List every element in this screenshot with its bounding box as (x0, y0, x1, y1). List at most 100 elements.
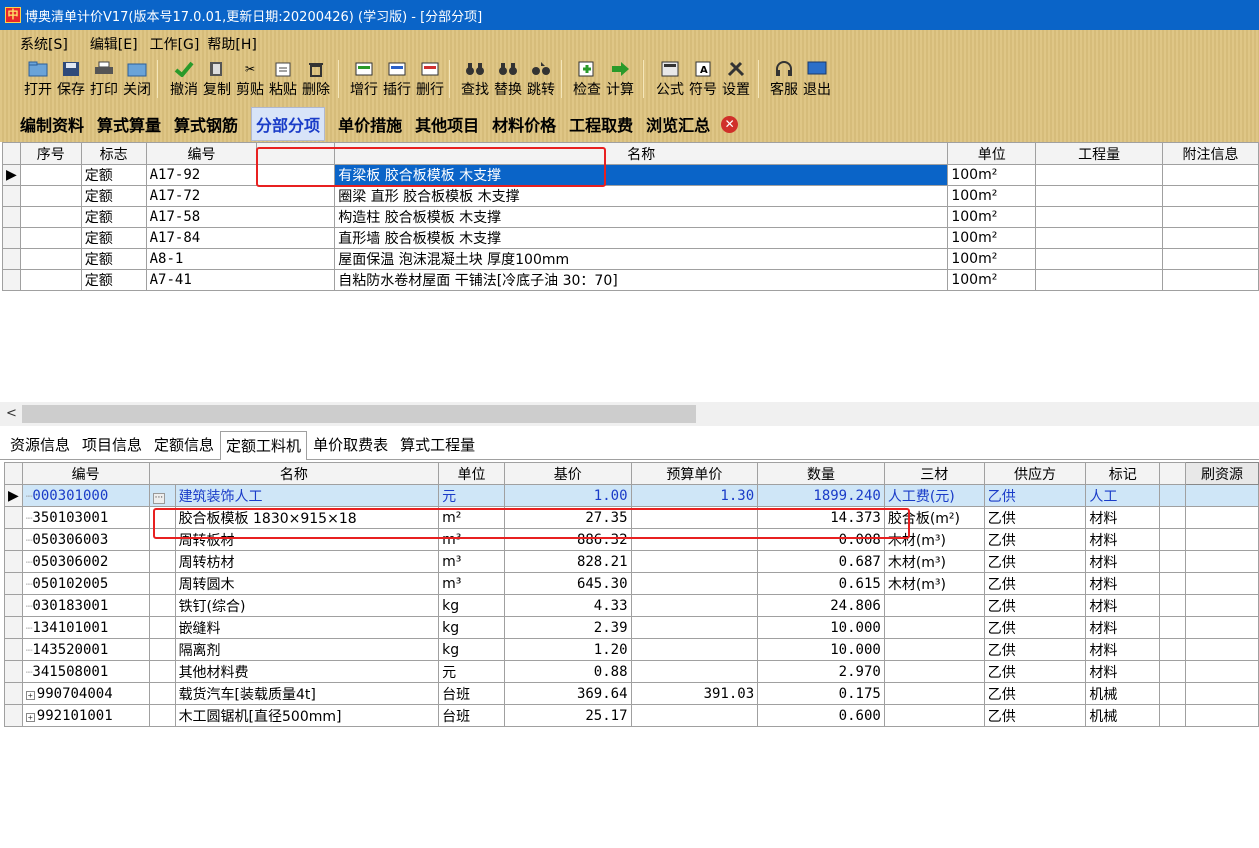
support-button[interactable]: 客服 (770, 60, 798, 99)
close-button[interactable]: 关闭 (123, 60, 151, 99)
col-header-unit[interactable]: 单位 (947, 142, 1037, 165)
tab-resource-info[interactable]: 资源信息 (4, 430, 76, 459)
quantity-cell[interactable]: 0.687 (757, 550, 885, 573)
quantity-cell[interactable]: 10.000 (757, 638, 885, 661)
col-header-code[interactable]: 编号 (145, 142, 258, 165)
material-type-cell[interactable] (883, 704, 985, 727)
unit-cell[interactable]: 元 (438, 660, 505, 683)
copy-button[interactable]: 复制 (203, 60, 231, 99)
table-row[interactable]: ┈134101001 嵌缝料 kg 2.39 10.000 乙供 材料 (4, 616, 1259, 639)
col-header-base-price[interactable]: 基价 (503, 462, 632, 485)
mark-cell[interactable]: 材料 (1085, 660, 1161, 683)
col-header-quantity[interactable]: 数量 (757, 462, 885, 485)
flag-cell[interactable]: 定额 (80, 227, 147, 249)
col-header-name[interactable]: 名称 (148, 462, 440, 485)
col-header-budget-price[interactable]: 预算单价 (630, 462, 759, 485)
calculate-button[interactable]: 计算 (606, 60, 634, 99)
base-price-cell[interactable]: 369.64 (503, 682, 632, 705)
unit-cell[interactable]: m³ (438, 572, 505, 595)
code-cell[interactable]: ┈050102005 (21, 572, 150, 595)
base-price-cell[interactable]: 4.33 (503, 594, 632, 617)
tab-project-info[interactable]: 项目信息 (76, 430, 148, 459)
mark-cell[interactable]: 材料 (1085, 528, 1161, 551)
mark-cell[interactable]: 材料 (1085, 638, 1161, 661)
tab-material-price[interactable]: 材料价格 (492, 112, 556, 136)
supplier-cell[interactable]: 乙供 (983, 638, 1087, 661)
tab-formula-quantity[interactable]: 算式工程量 (394, 430, 481, 459)
menu-work[interactable]: 工作[G] (150, 34, 200, 54)
tab-project-fees[interactable]: 工程取费 (569, 112, 633, 136)
quantity-cell[interactable]: 2.970 (757, 660, 885, 683)
code-cell[interactable]: ┈030183001 (21, 594, 150, 617)
name-cell[interactable]: 构造柱 胶合板模板 木支撑 (334, 206, 949, 228)
menu-edit[interactable]: 编辑[E] (90, 34, 138, 54)
budget-price-cell[interactable] (630, 704, 759, 727)
unit-cell[interactable]: 元 (438, 484, 505, 507)
supplier-cell[interactable]: 乙供 (983, 572, 1087, 595)
cut-button[interactable]: ✂ 剪贴 (236, 60, 264, 99)
col-header-unit[interactable]: 单位 (438, 462, 505, 485)
mark-cell[interactable]: 机械 (1085, 682, 1161, 705)
code-cell[interactable]: A17-84 (145, 227, 336, 249)
table-row[interactable]: ┈050306002 周转枋材 m³ 828.21 0.687 木材(m³) 乙供 材料 (4, 550, 1259, 573)
base-price-cell[interactable]: 25.17 (503, 704, 632, 727)
undo-button[interactable]: 撤消 (170, 60, 198, 99)
replace-button[interactable]: 替换 (494, 60, 522, 99)
code-cell[interactable]: ┈350103001 (21, 506, 150, 529)
col-header-quantity[interactable]: 工程量 (1035, 142, 1164, 165)
find-button[interactable]: 查找 (461, 60, 489, 99)
menu-system[interactable]: 系统[S] (20, 34, 68, 54)
code-cell[interactable]: ┈050306003 (21, 528, 150, 551)
save-button[interactable]: 保存 (57, 60, 85, 99)
table-row[interactable]: 定额 A8-1 屋面保温 泡沫混凝土块 厚度100mm 100m² (2, 248, 1259, 270)
name-cell[interactable]: 建筑装饰人工 (174, 484, 440, 507)
base-price-cell[interactable]: 645.30 (503, 572, 632, 595)
supplier-cell[interactable]: 乙供 (983, 550, 1087, 573)
mark-cell[interactable]: 材料 (1085, 506, 1161, 529)
col-header-three-materials[interactable]: 三材 (883, 462, 985, 485)
insert-row-button[interactable]: 插行 (383, 60, 411, 99)
delete-row-button[interactable]: 删行 (416, 60, 444, 99)
budget-price-cell[interactable] (630, 594, 759, 617)
name-cell[interactable]: 木工圆锯机[直径500mm] (174, 704, 440, 727)
name-cell[interactable]: 屋面保温 泡沫混凝土块 厚度100mm (334, 248, 949, 270)
base-price-cell[interactable]: 1.20 (503, 638, 632, 661)
base-price-cell[interactable]: 2.39 (503, 616, 632, 639)
name-cell[interactable]: 圈梁 直形 胶合板模板 木支撑 (334, 185, 949, 207)
base-price-cell[interactable]: 828.21 (503, 550, 632, 573)
mark-cell[interactable]: 材料 (1085, 616, 1161, 639)
name-cell[interactable]: 其他材料费 (174, 660, 440, 683)
quantity-cell[interactable]: 0.615 (757, 572, 885, 595)
menu-help[interactable]: 帮助[H] (207, 34, 256, 54)
quantity-cell[interactable]: 0.600 (757, 704, 885, 727)
material-type-cell[interactable] (883, 660, 985, 683)
symbol-button[interactable]: A 符号 (689, 60, 717, 99)
flag-cell[interactable]: 定额 (80, 185, 147, 207)
code-cell[interactable]: ┈341508001 (21, 660, 150, 683)
refresh-resource-button[interactable]: 刷资源 (1185, 462, 1259, 485)
table-row[interactable]: ▶ 定额 A17-92 有梁板 胶合板模板 木支撑 100m² (2, 164, 1259, 186)
budget-price-cell[interactable] (630, 550, 759, 573)
supplier-cell[interactable]: 乙供 (983, 660, 1087, 683)
unit-cell[interactable]: m³ (438, 550, 505, 573)
quantity-cell[interactable]: 1899.240 (757, 484, 885, 507)
supplier-cell[interactable]: 乙供 (983, 616, 1087, 639)
quantity-cell[interactable]: 10.000 (757, 616, 885, 639)
flag-cell[interactable]: 定额 (80, 248, 147, 270)
name-cell[interactable]: 嵌缝料 (174, 616, 440, 639)
unit-cell[interactable]: 100m² (947, 248, 1037, 270)
supplier-cell[interactable]: 乙供 (983, 484, 1087, 507)
delete-button[interactable]: 删除 (302, 60, 330, 99)
mark-cell[interactable]: 材料 (1085, 594, 1161, 617)
table-row[interactable]: +990704004 载货汽车[装载质量4t] 台班 369.64 391.03 0.17… (4, 682, 1259, 705)
tab-unit-measures[interactable]: 单价措施 (338, 112, 402, 136)
code-cell[interactable]: A17-72 (145, 185, 336, 207)
code-cell[interactable]: ┈000301000 (21, 484, 150, 507)
table-row[interactable]: 定额 A17-72 圈梁 直形 胶合板模板 木支撑 100m² (2, 185, 1259, 207)
name-cell[interactable]: 载货汽车[装载质量4t] (174, 682, 440, 705)
base-price-cell[interactable]: 0.88 (503, 660, 632, 683)
unit-cell[interactable]: 100m² (947, 269, 1037, 291)
expand-icon[interactable]: + (25, 690, 35, 700)
close-icon[interactable]: ✕ (721, 115, 739, 133)
tab-quota-labor-material[interactable]: 定额工料机 (220, 431, 308, 460)
